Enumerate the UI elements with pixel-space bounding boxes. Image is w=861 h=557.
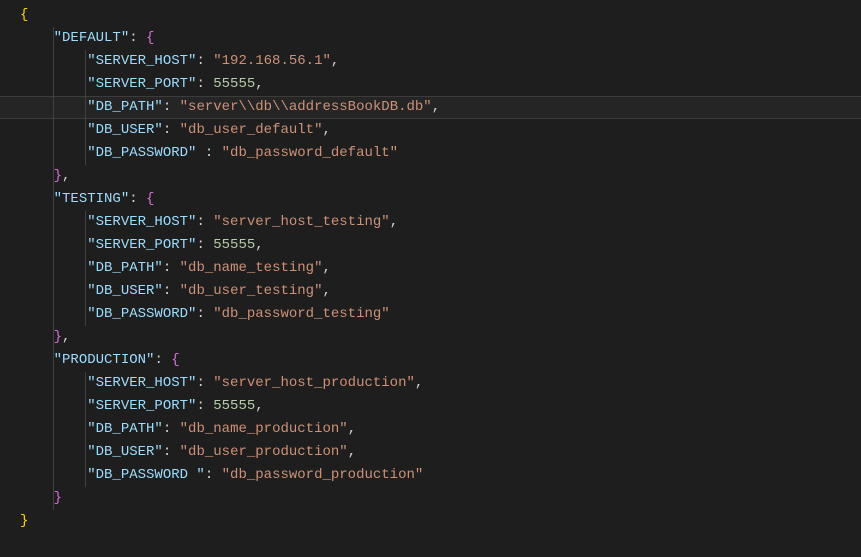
comma-token: , — [255, 237, 263, 253]
key-token: "PRODUCTION" — [54, 352, 155, 368]
comma-token: , — [322, 260, 330, 276]
brace2-token: } — [54, 168, 62, 184]
colon-token: : — [196, 375, 213, 391]
key-token: "DEFAULT" — [54, 30, 130, 46]
code-line[interactable]: } — [20, 487, 861, 510]
comma-token: , — [390, 214, 398, 230]
code-line[interactable]: "PRODUCTION": { — [20, 349, 861, 372]
code-line[interactable]: "DB_PASSWORD ": "db_password_production" — [20, 464, 861, 487]
code-line[interactable]: "SERVER_PORT": 55555, — [20, 234, 861, 257]
str-token: "server_host_production" — [213, 375, 415, 391]
colon-token: : — [154, 352, 171, 368]
colon-token: : — [196, 214, 213, 230]
str-token: "db_name_testing" — [180, 260, 323, 276]
brace-token: } — [20, 513, 28, 529]
str-token: "server_host_testing" — [213, 214, 389, 230]
brace2-token: } — [54, 490, 62, 506]
comma-token: , — [348, 421, 356, 437]
code-line[interactable]: "DB_PATH": "server\\db\\addressBookDB.db… — [20, 96, 861, 119]
key-token: "SERVER_PORT" — [87, 237, 196, 253]
code-line[interactable]: "SERVER_HOST": "192.168.56.1", — [20, 50, 861, 73]
colon-token: : — [205, 145, 222, 161]
colon-token: : — [163, 122, 180, 138]
comma-token: , — [322, 122, 330, 138]
num-token: 55555 — [213, 398, 255, 414]
code-line[interactable]: "DB_USER": "db_user_testing", — [20, 280, 861, 303]
key-token: "DB_USER" — [87, 444, 163, 460]
str-token: "server\\db\\addressBookDB.db" — [180, 99, 432, 115]
brace-token: { — [20, 7, 28, 23]
str-token: "db_name_production" — [180, 421, 348, 437]
key-token: "SERVER_PORT" — [87, 76, 196, 92]
comma-token: , — [322, 283, 330, 299]
colon-token: : — [196, 53, 213, 69]
colon-token: : — [205, 467, 222, 483]
code-content[interactable]: { "DEFAULT": { "SERVER_HOST": "192.168.5… — [0, 4, 861, 533]
colon-token: : — [163, 99, 180, 115]
code-line[interactable]: "DB_USER": "db_user_default", — [20, 119, 861, 142]
code-line[interactable]: "DB_PATH": "db_name_production", — [20, 418, 861, 441]
brace2-token: { — [146, 191, 154, 207]
code-line[interactable]: "SERVER_HOST": "server_host_testing", — [20, 211, 861, 234]
colon-token: : — [163, 283, 180, 299]
key-token: "SERVER_HOST" — [87, 53, 196, 69]
code-line[interactable]: "SERVER_HOST": "server_host_production", — [20, 372, 861, 395]
colon-token: : — [196, 398, 213, 414]
brace2-token: { — [146, 30, 154, 46]
brace2-token: } — [54, 329, 62, 345]
key-token: "SERVER_PORT" — [87, 398, 196, 414]
code-line[interactable]: "DB_PATH": "db_name_testing", — [20, 257, 861, 280]
str-token: "db_password_testing" — [213, 306, 389, 322]
code-editor[interactable]: { "DEFAULT": { "SERVER_HOST": "192.168.5… — [0, 0, 861, 537]
str-token: "db_user_production" — [180, 444, 348, 460]
colon-token: : — [163, 444, 180, 460]
code-line[interactable]: }, — [20, 326, 861, 349]
code-line[interactable]: "SERVER_PORT": 55555, — [20, 73, 861, 96]
key-token: "DB_PATH" — [87, 99, 163, 115]
str-token: "db_password_default" — [222, 145, 398, 161]
key-token: "SERVER_HOST" — [87, 375, 196, 391]
code-line[interactable]: "DB_PASSWORD" : "db_password_default" — [20, 142, 861, 165]
str-token: "192.168.56.1" — [213, 53, 331, 69]
key-token: "DB_PATH" — [87, 421, 163, 437]
str-token: "db_user_testing" — [180, 283, 323, 299]
key-token: "DB_PASSWORD " — [87, 467, 205, 483]
comma-token: , — [62, 329, 70, 345]
key-token: "DB_PASSWORD" — [87, 145, 196, 161]
colon-token: : — [163, 421, 180, 437]
punct-token — [196, 145, 204, 161]
str-token: "db_user_default" — [180, 122, 323, 138]
comma-token: , — [255, 76, 263, 92]
colon-token: : — [196, 237, 213, 253]
key-token: "DB_USER" — [87, 122, 163, 138]
num-token: 55555 — [213, 76, 255, 92]
colon-token: : — [196, 306, 213, 322]
comma-token: , — [432, 99, 440, 115]
key-token: "TESTING" — [54, 191, 130, 207]
brace2-token: { — [171, 352, 179, 368]
code-line[interactable]: { — [20, 4, 861, 27]
comma-token: , — [415, 375, 423, 391]
key-token: "SERVER_HOST" — [87, 214, 196, 230]
colon-token: : — [163, 260, 180, 276]
num-token: 55555 — [213, 237, 255, 253]
key-token: "DB_PASSWORD" — [87, 306, 196, 322]
str-token: "db_password_production" — [222, 467, 424, 483]
code-line[interactable]: "DEFAULT": { — [20, 27, 861, 50]
code-line[interactable]: }, — [20, 165, 861, 188]
comma-token: , — [348, 444, 356, 460]
code-line[interactable]: "DB_PASSWORD": "db_password_testing" — [20, 303, 861, 326]
code-line[interactable]: } — [20, 510, 861, 533]
comma-token: , — [331, 53, 339, 69]
code-line[interactable]: "DB_USER": "db_user_production", — [20, 441, 861, 464]
colon-token: : — [129, 191, 146, 207]
key-token: "DB_PATH" — [87, 260, 163, 276]
colon-token: : — [196, 76, 213, 92]
code-line[interactable]: "TESTING": { — [20, 188, 861, 211]
comma-token: , — [255, 398, 263, 414]
colon-token: : — [129, 30, 146, 46]
code-line[interactable]: "SERVER_PORT": 55555, — [20, 395, 861, 418]
comma-token: , — [62, 168, 70, 184]
key-token: "DB_USER" — [87, 283, 163, 299]
